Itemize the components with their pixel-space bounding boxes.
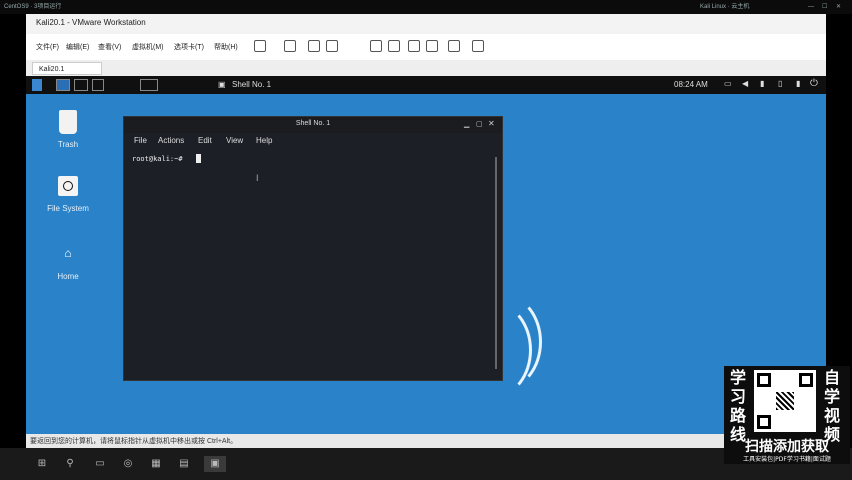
mouse-ibeam-icon: I [256, 173, 259, 183]
desktop-icon-home[interactable]: ⌂ Home [38, 246, 98, 281]
promo-char: 学 [730, 368, 747, 387]
terminal-window[interactable]: Shell No. 1 ▁ ▢ ✕ File Actions Edit View… [123, 116, 503, 381]
power-icon[interactable]: ⏻ [810, 78, 818, 89]
menu-tabs[interactable]: 选项卡(T) [174, 42, 204, 52]
host-close-button[interactable]: ✕ [836, 0, 841, 14]
browser-icon[interactable]: ◎ [120, 456, 136, 472]
desktop-icon-label: File System [47, 204, 89, 213]
vm-tab-strip: Kali20.1 [26, 60, 826, 76]
promo-char: 习 [730, 387, 747, 406]
search-icon[interactable]: ⚲ [62, 456, 78, 472]
host-maximize-button[interactable]: ☐ [822, 0, 827, 14]
battery-icon[interactable]: ▮ [796, 79, 800, 88]
clipboard-icon[interactable]: ▮ [760, 79, 764, 88]
vmware-taskbar-icon[interactable]: ▣ [204, 456, 226, 472]
host-title-bar: CentOS9 · 3项目运行 Kali Linux · 云主机 — ☐ ✕ [0, 0, 852, 14]
menu-vm[interactable]: 虚拟机(M) [132, 42, 164, 52]
console-icon[interactable] [448, 40, 460, 52]
folder-icon[interactable]: ▤ [176, 456, 192, 472]
terminal-scrollbar[interactable] [495, 157, 497, 369]
promo-overlay: 学 习 路 线 自 学 视 频 扫描添加获取 工具安装包|PDF学习书籍|面试题 [724, 366, 850, 464]
vmware-status-bar: 要返回到您的计算机，请将鼠标指针从虚拟机中移出或按 Ctrl+Alt。 [26, 434, 826, 448]
stretch-icon[interactable] [472, 40, 484, 52]
menu-file[interactable]: 文件(F) [36, 42, 59, 52]
minimize-icon[interactable]: ▁ [464, 120, 469, 128]
terminal-menu-edit[interactable]: Edit [198, 136, 212, 145]
status-message: 要返回到您的计算机，请将鼠标指针从虚拟机中移出或按 Ctrl+Alt。 [30, 438, 238, 445]
windows-start-icon[interactable]: ⊞ [34, 456, 50, 472]
promo-headline: 扫描添加获取 [745, 439, 829, 455]
terminal-title: Shell No. 1 [295, 120, 331, 127]
desktop-icon-trash[interactable]: Trash [38, 110, 98, 149]
promo-char: 路 [730, 406, 747, 425]
sidebar-icon[interactable] [370, 40, 382, 52]
close-icon[interactable]: ✕ [488, 119, 495, 128]
revert-icon[interactable] [326, 40, 338, 52]
terminal-launcher-icon[interactable] [92, 79, 104, 91]
applications-menu-icon[interactable] [32, 79, 42, 91]
maximize-icon[interactable]: ▢ [476, 120, 483, 128]
network-icon[interactable]: ▭ [724, 79, 732, 88]
menu-view[interactable]: 查看(V) [98, 42, 121, 52]
top-panel: ▣ Shell No. 1 08:24 AM ▭ ◀ ▮ ▯ ▮ ⏻ [26, 76, 826, 94]
fullscreen-icon[interactable] [408, 40, 420, 52]
desktop-icon-label: Trash [57, 140, 79, 149]
send-keys-icon[interactable] [284, 40, 296, 52]
filesystem-icon [58, 176, 78, 196]
snapshot-icon[interactable] [308, 40, 320, 52]
terminal-cursor [196, 154, 201, 163]
promo-char: 视 [824, 406, 841, 425]
thumbnail-icon[interactable] [388, 40, 400, 52]
volume-icon[interactable]: ◀ [742, 79, 748, 88]
vmware-window: Kali20.1 - VMware Workstation 文件(F) 编辑(E… [26, 14, 826, 76]
pause-icon[interactable] [254, 40, 266, 52]
terminal-menu-help[interactable]: Help [256, 136, 272, 145]
menu-edit[interactable]: 编辑(E) [66, 42, 89, 52]
files-icon[interactable] [74, 79, 88, 91]
task-terminal-icon: ▣ [218, 80, 226, 89]
vmware-menu-bar: 文件(F) 编辑(E) 查看(V) 虚拟机(M) 选项卡(T) 帮助(H) [26, 34, 826, 61]
desktop-icon-label: Home [57, 272, 79, 281]
terminal-menu-bar: File Actions Edit View Help [124, 133, 502, 149]
app-icon[interactable]: ▦ [148, 456, 164, 472]
terminal-menu-actions[interactable]: Actions [158, 136, 184, 145]
panel-clock[interactable]: 08:24 AM [674, 80, 708, 89]
vmware-title: Kali20.1 - VMware Workstation [36, 18, 146, 27]
trash-icon [59, 110, 77, 134]
home-icon: ⌂ [64, 246, 72, 260]
promo-tags: 工具安装包|PDF学习书籍|面试题 [743, 456, 831, 463]
terminal-menu-view[interactable]: View [226, 136, 243, 145]
task-terminal[interactable]: Shell No. 1 [232, 80, 271, 89]
tab-kali[interactable]: Kali20.1 [32, 62, 102, 75]
kali-desktop: ▣ Shell No. 1 08:24 AM ▭ ◀ ▮ ▯ ▮ ⏻ Trash… [26, 76, 826, 434]
desktop-icon-filesystem[interactable]: File System [38, 176, 98, 213]
promo-left-text: 学 习 路 线 [730, 368, 746, 444]
terminal-menu-file[interactable]: File [134, 136, 147, 145]
promo-char: 学 [824, 387, 841, 406]
task-view-icon[interactable]: ▭ [92, 456, 108, 472]
terminal-title-bar[interactable]: Shell No. 1 ▁ ▢ ✕ [124, 117, 502, 133]
host-minimize-button[interactable]: — [808, 0, 814, 14]
promo-char: 自 [824, 368, 841, 387]
host-right-title: Kali Linux · 云主机 [700, 4, 750, 10]
promo-right-text: 自 学 视 频 [824, 368, 840, 444]
unity-icon[interactable] [426, 40, 438, 52]
vmware-title-bar: Kali20.1 - VMware Workstation [26, 14, 826, 34]
menu-help[interactable]: 帮助(H) [214, 42, 238, 52]
lock-icon[interactable]: ▯ [778, 79, 782, 88]
terminal-prompt[interactable]: root@kali:~# [132, 155, 183, 163]
workspace-1[interactable] [56, 79, 70, 91]
show-desktop-icon[interactable] [140, 79, 158, 91]
qr-code-image [754, 370, 816, 432]
host-left-title: CentOS9 · 3项目运行 [4, 4, 62, 10]
